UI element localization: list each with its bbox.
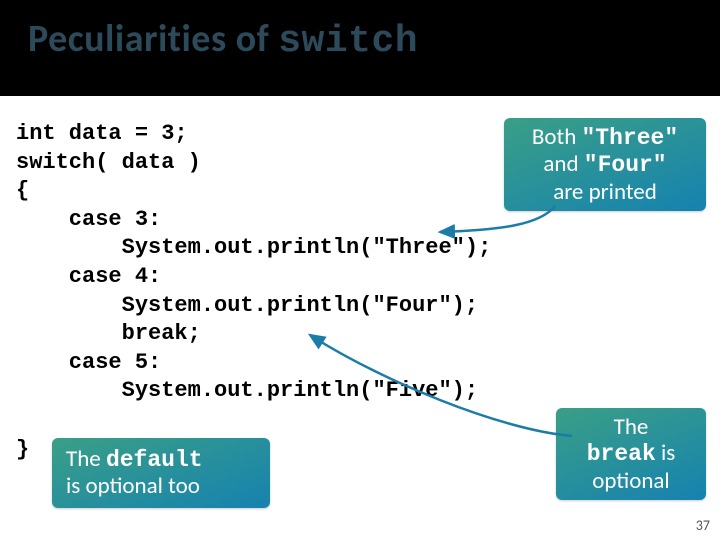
slide: Peculiarities of switch int data = 3; sw… bbox=[0, 0, 720, 540]
callout-mono: break bbox=[587, 441, 656, 467]
callout-mono: "Four" bbox=[584, 152, 667, 178]
code-block: int data = 3; switch( data ) { case 3: S… bbox=[16, 120, 491, 406]
callout-mono: default bbox=[106, 447, 203, 473]
title-mono: switch bbox=[278, 20, 418, 63]
slide-title: Peculiarities of switch bbox=[28, 16, 418, 63]
callout-mono: "Three" bbox=[582, 125, 679, 151]
callout-default-optional: The default is optional too bbox=[52, 438, 270, 508]
code-line: switch( data ) bbox=[16, 150, 201, 175]
code-line: case 5: bbox=[16, 350, 161, 375]
callout-text: The bbox=[66, 445, 106, 473]
callout-text: are printed bbox=[553, 178, 657, 206]
code-line: { bbox=[16, 178, 29, 203]
callout-text: is optional too bbox=[66, 472, 200, 500]
callout-three-four: Both "Three" and "Four" are printed bbox=[504, 118, 706, 211]
title-text: Peculiarities of bbox=[28, 16, 278, 62]
code-closing-brace: } bbox=[16, 437, 29, 462]
code-line: System.out.println("Four"); bbox=[16, 293, 478, 318]
code-line: System.out.println("Five"); bbox=[16, 378, 478, 403]
callout-text: and bbox=[543, 150, 583, 178]
title-bar: Peculiarities of switch bbox=[0, 0, 720, 96]
code-line: int data = 3; bbox=[16, 121, 188, 146]
page-number: 37 bbox=[696, 517, 710, 534]
code-line: System.out.println("Three"); bbox=[16, 235, 491, 260]
code-line: break; bbox=[16, 321, 201, 346]
callout-text: Both bbox=[532, 123, 582, 151]
code-line: case 3: bbox=[16, 207, 161, 232]
callout-break-optional: The break is optional bbox=[556, 408, 706, 500]
callout-text: The bbox=[614, 413, 649, 441]
code-line: case 4: bbox=[16, 264, 161, 289]
